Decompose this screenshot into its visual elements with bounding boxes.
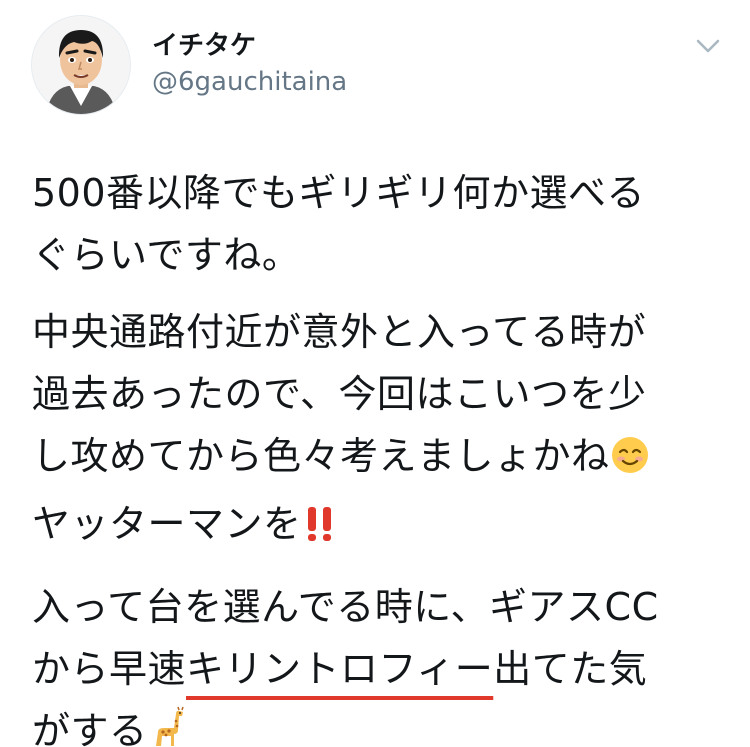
text-line: 500番以降でもギリギリ何か選べる — [32, 171, 646, 215]
tweet-text: 500番以降でもギリギリ何か選べる ぐらいですね。 中央通路付近が意外と入ってる… — [32, 162, 722, 747]
text-segment: し攻めてから色々考えましょかね — [32, 434, 610, 478]
text-line: 入って台を選んでる時に、ギアスCC — [32, 585, 659, 629]
chevron-down-icon[interactable] — [692, 30, 724, 62]
relieved-smile-emoji — [610, 431, 650, 493]
text-line-with-emoji: し攻めてから色々考えましょかね — [32, 425, 722, 493]
text-line: ぐらいですね。 — [32, 233, 301, 277]
text-line-with-emoji: ヤッターマンを — [32, 493, 722, 561]
double-exclamation-emoji — [302, 499, 338, 561]
text-line: から早速キリントロフィー出てた気 — [32, 638, 722, 700]
text-segment: ヤッターマンを — [32, 502, 302, 546]
giraffe-emoji — [148, 706, 188, 747]
text-segment: 出てた気 — [493, 647, 648, 691]
text-line: 過去あったので、今回はこいつを少 — [32, 372, 647, 416]
display-name[interactable]: イチタケ — [152, 30, 256, 62]
avatar[interactable] — [32, 16, 130, 114]
text-segment: がする — [32, 709, 148, 747]
text-line-with-emoji: がする — [32, 700, 722, 747]
paragraph-3: 入って台を選んでる時に、ギアスCC から早速キリントロフィー出てた気 がする — [32, 576, 722, 747]
text-segment: から早速 — [32, 647, 187, 691]
paragraph-1: 500番以降でもギリギリ何か選べる ぐらいですね。 — [32, 162, 722, 286]
paragraph-2: 中央通路付近が意外と入ってる時が 過去あったので、今回はこいつを少 し攻めてから… — [32, 301, 722, 561]
highlighted-phrase: キリントロフィー — [186, 647, 494, 691]
text-line: 中央通路付近が意外と入ってる時が — [32, 310, 647, 354]
user-handle[interactable]: @6gauchitaina — [152, 66, 347, 98]
